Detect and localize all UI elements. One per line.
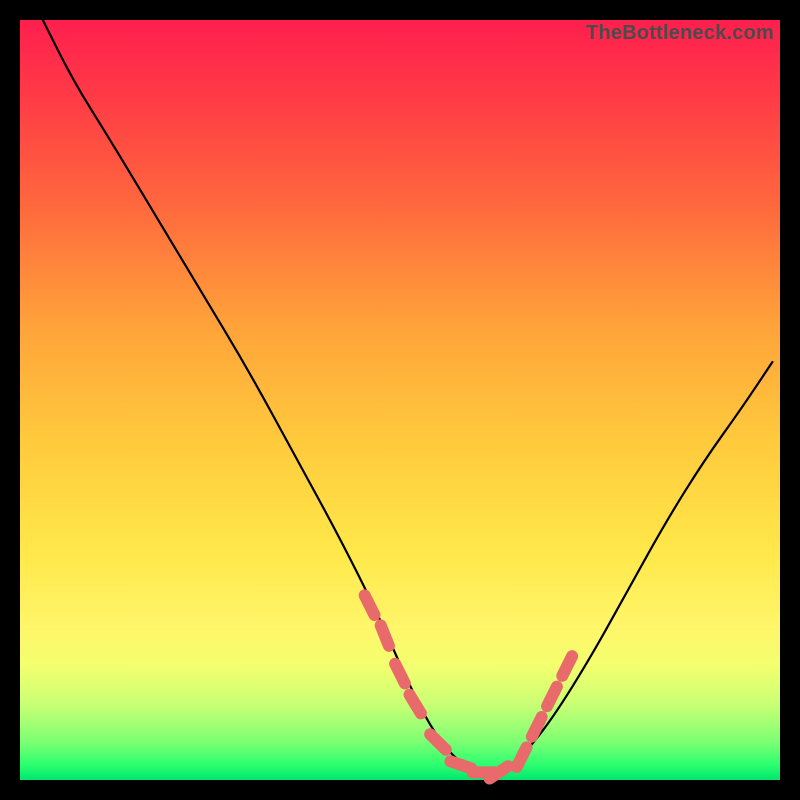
highlighted-markers (365, 595, 572, 778)
marker-dash (365, 595, 375, 615)
marker-dash (430, 734, 446, 750)
marker-dash (562, 656, 572, 676)
bottleneck-curve-path (43, 20, 773, 772)
marker-dash (517, 747, 527, 767)
chart-frame: TheBottleneck.com (0, 0, 800, 800)
marker-dash (381, 625, 389, 645)
marker-dash (395, 664, 405, 684)
marker-dash (547, 687, 557, 707)
bottleneck-curve-svg (20, 20, 780, 780)
marker-dash (410, 695, 421, 714)
marker-dash (450, 761, 471, 768)
plot-area: TheBottleneck.com (20, 20, 780, 780)
